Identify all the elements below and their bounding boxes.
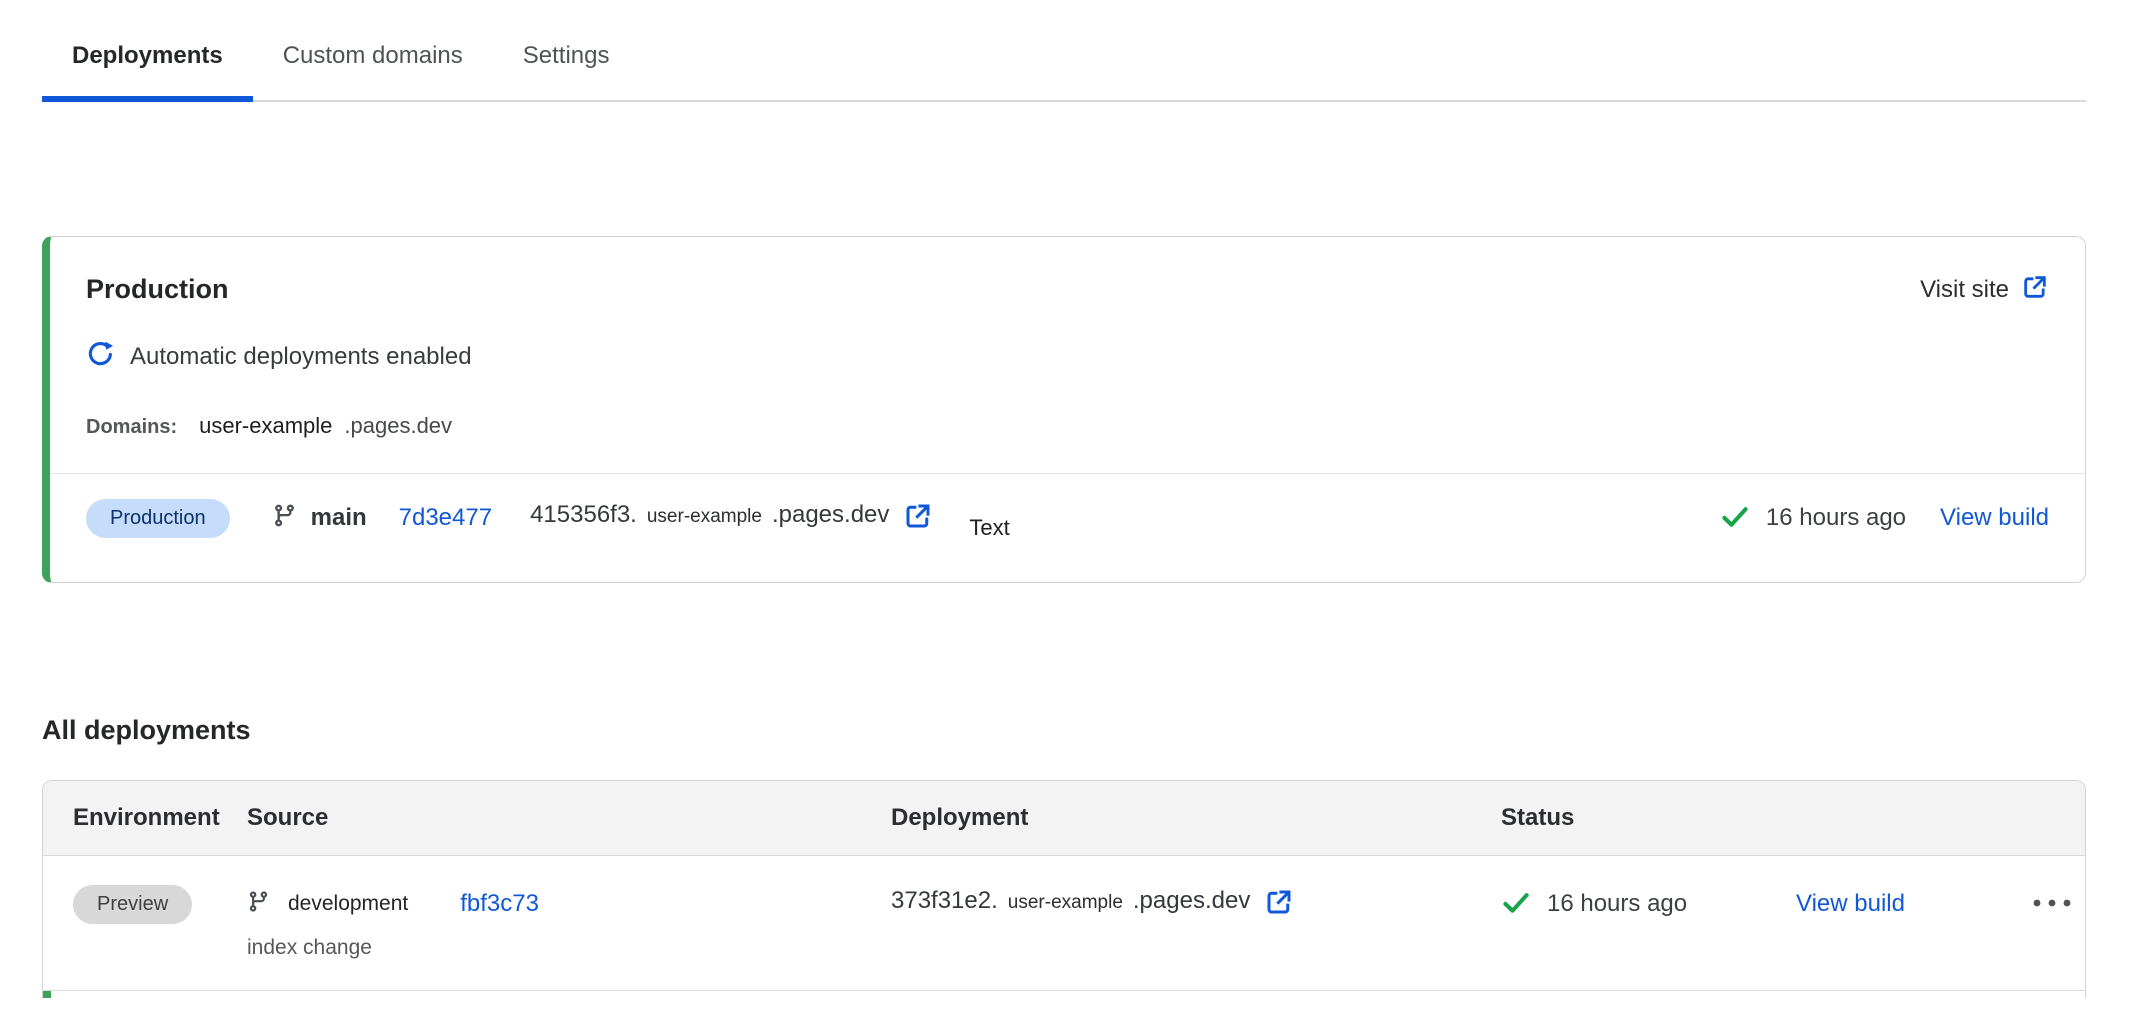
- tab-custom-domains[interactable]: Custom domains: [253, 28, 493, 102]
- git-branch-icon: [272, 503, 297, 533]
- success-check-icon: [1501, 887, 1531, 922]
- deployment-url: 415356f3. user-example .pages.dev: [530, 501, 933, 536]
- menu-cell: [2026, 882, 2086, 926]
- production-row-indicator: [43, 991, 51, 998]
- auto-deployments-text: Automatic deployments enabled: [130, 343, 472, 371]
- visit-site-link[interactable]: Visit site: [1920, 273, 2049, 306]
- environment-cell: Preview: [43, 882, 247, 926]
- branch-name: development: [288, 892, 408, 916]
- deployment-time: 16 hours ago: [1547, 890, 1687, 918]
- deployment-url-suffix: .pages.dev: [1133, 887, 1250, 915]
- tab-settings[interactable]: Settings: [493, 28, 640, 102]
- environment-badge: Production: [86, 499, 230, 538]
- column-header-status: Status: [1501, 804, 1796, 832]
- deployment-url: 373f31e2. user-example .pages.dev: [891, 887, 1294, 922]
- next-row-partial: [43, 991, 2085, 998]
- external-link-icon[interactable]: [903, 501, 933, 536]
- status-cell: 16 hours ago: [1501, 882, 1796, 926]
- domains-label: Domains:: [86, 416, 177, 439]
- all-deployments-title: All deployments: [42, 715, 2132, 746]
- branch-group: main: [272, 503, 367, 533]
- commit-link[interactable]: fbf3c73: [460, 890, 539, 918]
- environment-badge: Preview: [73, 885, 192, 924]
- external-link-icon: [2021, 273, 2049, 306]
- deployment-url-prefix: 415356f3.: [530, 501, 637, 529]
- success-check-icon: [1720, 501, 1750, 536]
- domains-row: Domains: user-example .pages.dev: [86, 413, 2049, 439]
- production-card-header: Production Visit site: [86, 237, 2049, 306]
- deployment-time: 16 hours ago: [1766, 504, 1906, 532]
- refresh-icon: [86, 340, 114, 373]
- production-deployment-row: Production main 7d3e477 415356f3. user-e…: [86, 474, 2049, 562]
- visit-site-label: Visit site: [1920, 276, 2009, 304]
- commit-link[interactable]: 7d3e477: [399, 504, 492, 532]
- deployment-url-prefix: 373f31e2.: [891, 887, 998, 915]
- action-cell: View build: [1796, 882, 2026, 926]
- auto-deployments-row: Automatic deployments enabled: [86, 340, 2049, 373]
- branch-name: main: [311, 504, 367, 532]
- production-card: Production Visit site Automa: [42, 236, 2086, 583]
- deployments-table: Environment Source Deployment Status Pre…: [42, 780, 2086, 998]
- table-header-row: Environment Source Deployment Status: [43, 781, 2085, 856]
- source-cell: development fbf3c73 index change: [247, 882, 891, 960]
- domain-name: user-example: [199, 413, 332, 439]
- deployment-url-suffix: .pages.dev: [772, 501, 889, 529]
- column-header-deployment: Deployment: [891, 804, 1501, 832]
- column-header-source: Source: [247, 804, 891, 832]
- table-row: Preview development fbf3c73 index change: [43, 856, 2085, 990]
- tab-bar: Deployments Custom domains Settings: [42, 28, 2086, 102]
- pages-deployments-page: Deployments Custom domains Settings Prod…: [0, 28, 2132, 1012]
- production-status: 16 hours ago View build: [1720, 501, 2049, 536]
- external-link-icon[interactable]: [1264, 887, 1294, 922]
- git-branch-icon: [247, 890, 270, 918]
- view-build-link[interactable]: View build: [1940, 504, 2049, 532]
- note-text: Text: [969, 515, 1009, 541]
- domain-suffix: .pages.dev: [344, 413, 452, 439]
- production-card-title: Production: [86, 274, 229, 305]
- deployment-cell: 373f31e2. user-example .pages.dev: [891, 882, 1501, 926]
- deployment-url-name: user-example: [1008, 892, 1123, 914]
- column-header-environment: Environment: [43, 804, 247, 832]
- commit-message: index change: [247, 936, 891, 960]
- ellipsis-menu-button[interactable]: [2026, 890, 2078, 919]
- deployment-url-name: user-example: [647, 506, 762, 528]
- tab-deployments[interactable]: Deployments: [42, 28, 253, 102]
- view-build-link[interactable]: View build: [1796, 890, 1905, 918]
